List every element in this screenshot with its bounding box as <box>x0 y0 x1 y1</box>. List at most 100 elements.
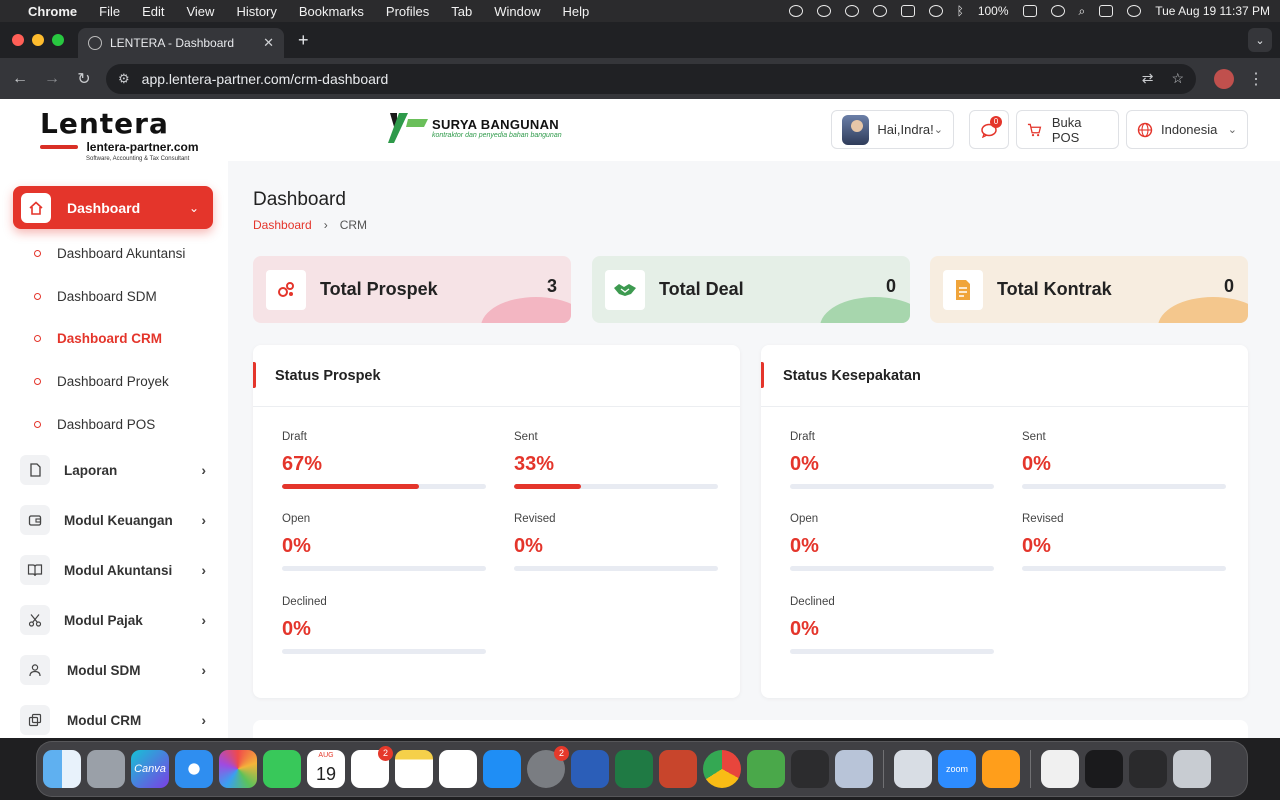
forward-button[interactable]: → <box>36 70 68 88</box>
system-settings-icon[interactable]: 2 <box>527 746 569 788</box>
freeform-icon[interactable] <box>439 750 477 788</box>
zoom-icon[interactable]: zoom <box>938 750 976 788</box>
sidebar-item-modul-sdm[interactable]: Modul SDM › <box>20 655 206 685</box>
site-info-icon[interactable]: ⚙ <box>118 71 130 87</box>
tokopedia-icon[interactable] <box>747 750 785 788</box>
sidebar-item-modul-keuangan[interactable]: Modul Keuangan › <box>20 505 206 535</box>
cloud-icon[interactable] <box>788 5 803 17</box>
menu-clock[interactable]: Tue Aug 19 11:37 PM <box>1155 4 1270 18</box>
logo-site: lentera-partner.com <box>86 140 199 154</box>
browser-tab-active[interactable]: LENTERA - Dashboard ✕ <box>78 28 284 58</box>
stat-label: Total Deal <box>659 279 744 299</box>
sidebar-item-modul-pajak[interactable]: Modul Pajak › <box>20 605 206 635</box>
stat-wave-decoration <box>481 297 571 323</box>
bookmark-star-icon[interactable]: ☆ <box>1171 70 1184 87</box>
menu-app-name[interactable]: Chrome <box>28 4 77 19</box>
word-icon[interactable] <box>571 750 609 788</box>
translate-icon[interactable]: ⇄ <box>1142 70 1154 87</box>
control-center-icon[interactable] <box>1099 5 1114 17</box>
trash-icon[interactable] <box>1173 750 1211 788</box>
sidebar-sub-dashboard-pos[interactable]: Dashboard POS <box>34 417 155 432</box>
launchpad-icon[interactable] <box>87 750 125 788</box>
surya-bangunan-logo-icon <box>388 111 428 145</box>
menu-bookmarks[interactable]: Bookmarks <box>299 4 364 19</box>
calendar-icon[interactable]: AUG 19 <box>307 750 345 788</box>
sidebar-sub-dashboard-crm[interactable]: Dashboard CRM <box>34 331 162 346</box>
downloads-stack-icon[interactable] <box>1129 750 1167 788</box>
safari-icon[interactable] <box>175 750 213 788</box>
language-selector[interactable]: Indonesia ⌄ <box>1126 110 1248 149</box>
url-text[interactable]: app.lentera-partner.com/crm-dashboard <box>142 71 389 87</box>
metric-label: Revised <box>1022 513 1064 525</box>
menu-edit[interactable]: Edit <box>142 4 164 19</box>
bullet-icon <box>34 378 41 385</box>
chevron-down-icon: ⌄ <box>933 124 943 136</box>
browser-menu-icon[interactable]: ⋮ <box>1248 69 1264 89</box>
menu-tab[interactable]: Tab <box>451 4 472 19</box>
notifications-button[interactable]: 0 <box>969 110 1009 149</box>
tab-search-button[interactable]: ⌄ <box>1248 28 1272 52</box>
finder-icon[interactable] <box>43 750 81 788</box>
user-menu-button[interactable]: Hai,Indra! ⌄ <box>831 110 954 149</box>
new-tab-button[interactable]: + <box>298 30 309 51</box>
sidebar-item-dashboard[interactable]: Dashboard ⌄ <box>13 186 213 229</box>
menu-help[interactable]: Help <box>563 4 590 19</box>
excel-icon[interactable] <box>615 750 653 788</box>
siri-icon[interactable] <box>1127 5 1142 17</box>
wifi-icon[interactable] <box>1050 5 1065 17</box>
grid-icon[interactable] <box>816 5 831 17</box>
sidebar-sub-dashboard-sdm[interactable]: Dashboard SDM <box>34 289 157 304</box>
screenshot-thumbnail-icon[interactable] <box>1085 750 1123 788</box>
menu-profiles[interactable]: Profiles <box>386 4 429 19</box>
spotlight-search-icon[interactable]: ⌕ <box>1079 4 1086 19</box>
zoom-window-button[interactable] <box>52 34 64 46</box>
buka-pos-button[interactable]: Buka POS <box>1016 110 1119 149</box>
sidebar-sub-dashboard-proyek[interactable]: Dashboard Proyek <box>34 374 169 389</box>
company-brand[interactable]: SURYA BANGUNAN kontraktor dan penyedia b… <box>388 111 562 145</box>
reload-button[interactable]: ↻ <box>68 69 100 89</box>
creative-cloud-icon[interactable] <box>844 5 859 17</box>
battery-icon[interactable] <box>1022 5 1037 17</box>
sync-icon[interactable] <box>872 5 887 17</box>
photos-icon[interactable] <box>219 750 257 788</box>
breadcrumb-link-dashboard[interactable]: Dashboard <box>253 218 312 232</box>
profile-avatar[interactable] <box>1214 68 1234 89</box>
powerpoint-icon[interactable] <box>659 750 697 788</box>
canva-icon[interactable]: Canva <box>131 750 169 788</box>
reminders-icon[interactable]: 2 <box>351 746 393 788</box>
lentera-logo[interactable]: Lentera lentera-partner.com Software, Ac… <box>0 99 228 162</box>
sidebar-sub-dashboard-akuntansi[interactable]: Dashboard Akuntansi <box>34 246 185 261</box>
pdf-document-icon[interactable] <box>1041 750 1079 788</box>
preview-icon[interactable] <box>894 750 932 788</box>
sidebar-item-modul-akuntansi[interactable]: Modul Akuntansi › <box>20 555 206 585</box>
metric-value: 0% <box>790 618 819 640</box>
app-store-icon[interactable] <box>483 750 521 788</box>
facetime-icon[interactable] <box>263 750 301 788</box>
back-button[interactable]: ← <box>4 70 36 88</box>
close-tab-icon[interactable]: ✕ <box>263 35 274 51</box>
sidebar-item-modul-crm[interactable]: Modul CRM › <box>20 705 206 735</box>
menu-window[interactable]: Window <box>494 4 540 19</box>
card-title: Status Kesepakatan <box>761 345 1248 407</box>
screen-icon[interactable] <box>900 5 915 17</box>
chatgpt-icon[interactable] <box>791 750 829 788</box>
airdrop-icon[interactable] <box>928 5 943 17</box>
chrome-icon[interactable] <box>703 750 741 788</box>
close-window-button[interactable] <box>12 34 24 46</box>
breadcrumb-current: CRM <box>339 218 368 232</box>
user-greeting: Hai,Indra! <box>877 122 934 137</box>
prospect-icon <box>266 269 306 310</box>
chevron-right-icon: › <box>201 612 206 628</box>
address-bar[interactable]: ⚙ app.lentera-partner.com/crm-dashboard … <box>106 63 1196 94</box>
menu-file[interactable]: File <box>99 4 120 19</box>
user-icon <box>20 655 50 685</box>
notes-icon[interactable] <box>395 750 433 788</box>
bluetooth-icon[interactable]: ᛒ <box>957 4 964 18</box>
menu-view[interactable]: View <box>186 4 214 19</box>
progress-fill <box>282 484 419 489</box>
minimize-window-button[interactable] <box>32 34 44 46</box>
sidebar-item-laporan[interactable]: Laporan › <box>20 455 206 485</box>
sublime-text-icon[interactable] <box>982 750 1020 788</box>
disk-utility-icon[interactable] <box>835 750 873 788</box>
menu-history[interactable]: History <box>236 4 276 19</box>
